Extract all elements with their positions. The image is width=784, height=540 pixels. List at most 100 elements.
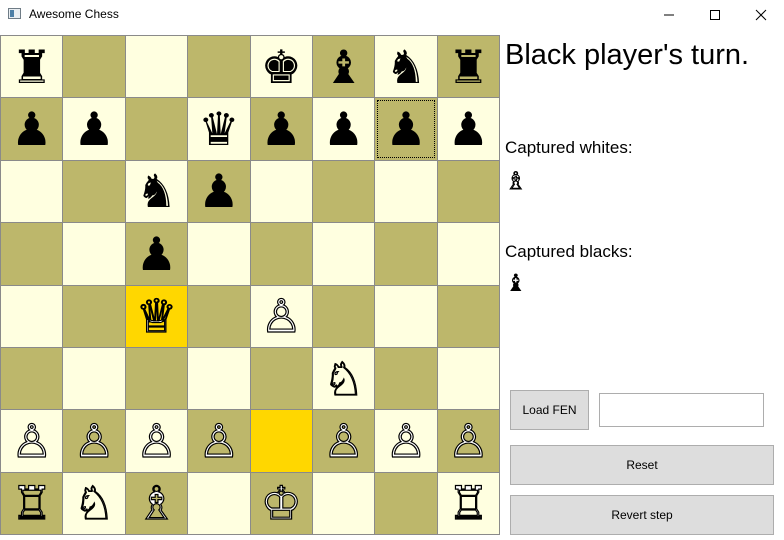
board-square[interactable]: ♘ bbox=[312, 347, 375, 410]
board-square[interactable] bbox=[125, 347, 188, 410]
white-pawn-icon[interactable]: ♙ bbox=[447, 417, 489, 464]
board-square[interactable] bbox=[375, 160, 437, 223]
board-square[interactable]: ♟ bbox=[437, 98, 499, 160]
white-knight-icon[interactable]: ♘ bbox=[73, 480, 115, 527]
black-rook-icon[interactable]: ♜ bbox=[448, 44, 489, 90]
white-pawn-icon[interactable]: ♙ bbox=[385, 417, 427, 464]
fen-input[interactable] bbox=[599, 393, 764, 427]
white-rook-icon[interactable]: ♖ bbox=[447, 480, 489, 527]
board-square[interactable] bbox=[188, 36, 250, 98]
white-pawn-icon[interactable]: ♙ bbox=[135, 417, 177, 464]
board-square[interactable]: ♟ bbox=[1, 98, 63, 160]
board-square[interactable]: ♟ bbox=[312, 98, 375, 160]
board-square[interactable] bbox=[188, 347, 250, 410]
black-bishop-icon[interactable]: ♝ bbox=[323, 44, 364, 90]
minimize-button[interactable] bbox=[646, 0, 692, 30]
board-square[interactable]: ♔ bbox=[250, 472, 312, 534]
revert-step-button[interactable]: Revert step bbox=[510, 495, 774, 535]
white-pawn-icon[interactable]: ♙ bbox=[10, 417, 52, 464]
board-square[interactable]: ♟ bbox=[188, 160, 250, 223]
white-pawn-icon[interactable]: ♙ bbox=[73, 417, 115, 464]
black-pawn-icon[interactable]: ♟ bbox=[323, 106, 364, 152]
board-square[interactable] bbox=[250, 160, 312, 223]
board-square[interactable] bbox=[312, 285, 375, 347]
board-square[interactable]: ♙ bbox=[375, 410, 437, 472]
board-square[interactable] bbox=[250, 410, 312, 472]
black-pawn-icon[interactable]: ♟ bbox=[73, 106, 114, 152]
board-square[interactable] bbox=[437, 285, 499, 347]
maximize-button[interactable] bbox=[692, 0, 738, 30]
board-square[interactable]: ♟ bbox=[375, 98, 437, 160]
board-square[interactable] bbox=[312, 472, 375, 534]
board-square[interactable]: ♖ bbox=[1, 472, 63, 534]
load-fen-button[interactable]: Load FEN bbox=[510, 390, 589, 430]
board-square[interactable]: ♟ bbox=[250, 98, 312, 160]
board-square[interactable] bbox=[375, 347, 437, 410]
board-square[interactable] bbox=[375, 223, 437, 285]
board-square[interactable]: ♙ bbox=[437, 410, 499, 472]
black-pawn-icon[interactable]: ♟ bbox=[448, 106, 489, 152]
board-square[interactable] bbox=[437, 160, 499, 223]
board-square[interactable]: ♛ bbox=[188, 98, 250, 160]
board-square[interactable] bbox=[437, 347, 499, 410]
white-bishop-icon[interactable]: ♗ bbox=[135, 480, 177, 527]
board-square[interactable] bbox=[312, 160, 375, 223]
board-square[interactable]: ♘ bbox=[63, 472, 125, 534]
board-square[interactable] bbox=[63, 36, 125, 98]
board-square[interactable] bbox=[63, 285, 125, 347]
board-square[interactable] bbox=[188, 472, 250, 534]
board-square[interactable] bbox=[437, 223, 499, 285]
board-square[interactable] bbox=[312, 223, 375, 285]
black-king-icon[interactable]: ♚ bbox=[261, 44, 302, 90]
board-square[interactable]: ♙ bbox=[1, 410, 63, 472]
board-square[interactable]: ♟ bbox=[63, 98, 125, 160]
board-square[interactable] bbox=[1, 223, 63, 285]
board-square[interactable]: ♚ bbox=[250, 36, 312, 98]
white-knight-icon[interactable]: ♘ bbox=[322, 355, 364, 402]
black-pawn-icon[interactable]: ♟ bbox=[136, 231, 177, 277]
black-pawn-icon[interactable]: ♟ bbox=[198, 168, 239, 214]
white-pawn-icon[interactable]: ♙ bbox=[260, 293, 302, 340]
board-square[interactable] bbox=[63, 347, 125, 410]
board-square[interactable]: ♕ bbox=[125, 285, 188, 347]
board-square[interactable]: ♙ bbox=[250, 285, 312, 347]
board-square[interactable] bbox=[250, 347, 312, 410]
board-square[interactable]: ♞ bbox=[375, 36, 437, 98]
board-square[interactable] bbox=[63, 223, 125, 285]
board-square[interactable]: ♙ bbox=[312, 410, 375, 472]
board-square[interactable]: ♗ bbox=[125, 472, 188, 534]
board-square[interactable] bbox=[375, 472, 437, 534]
board-square[interactable] bbox=[188, 285, 250, 347]
board-square[interactable] bbox=[125, 36, 188, 98]
board-square[interactable]: ♝ bbox=[312, 36, 375, 98]
board-square[interactable]: ♙ bbox=[188, 410, 250, 472]
board-square[interactable] bbox=[188, 223, 250, 285]
board-square[interactable] bbox=[1, 160, 63, 223]
board-square[interactable]: ♙ bbox=[125, 410, 188, 472]
white-queen-icon[interactable]: ♕ bbox=[135, 293, 177, 340]
board-square[interactable]: ♙ bbox=[63, 410, 125, 472]
white-pawn-icon[interactable]: ♙ bbox=[198, 417, 240, 464]
board-square[interactable] bbox=[250, 223, 312, 285]
board-square[interactable]: ♞ bbox=[125, 160, 188, 223]
board-square[interactable]: ♜ bbox=[437, 36, 499, 98]
black-knight-icon[interactable]: ♞ bbox=[136, 168, 177, 214]
black-knight-icon[interactable]: ♞ bbox=[385, 44, 426, 90]
board-square[interactable]: ♟ bbox=[125, 223, 188, 285]
black-queen-icon[interactable]: ♛ bbox=[198, 106, 239, 152]
board-square[interactable] bbox=[1, 285, 63, 347]
black-pawn-icon[interactable]: ♟ bbox=[261, 106, 302, 152]
board-square[interactable] bbox=[63, 160, 125, 223]
black-pawn-icon[interactable]: ♟ bbox=[385, 106, 426, 152]
close-button[interactable] bbox=[738, 0, 784, 30]
board-square[interactable] bbox=[1, 347, 63, 410]
board-square[interactable] bbox=[125, 98, 188, 160]
board-square[interactable] bbox=[375, 285, 437, 347]
white-king-icon[interactable]: ♔ bbox=[260, 480, 302, 527]
black-pawn-icon[interactable]: ♟ bbox=[11, 106, 52, 152]
reset-button[interactable]: Reset bbox=[510, 445, 774, 485]
board-square[interactable]: ♖ bbox=[437, 472, 499, 534]
black-rook-icon[interactable]: ♜ bbox=[11, 44, 52, 90]
board-square[interactable]: ♜ bbox=[1, 36, 63, 98]
white-pawn-icon[interactable]: ♙ bbox=[322, 417, 364, 464]
